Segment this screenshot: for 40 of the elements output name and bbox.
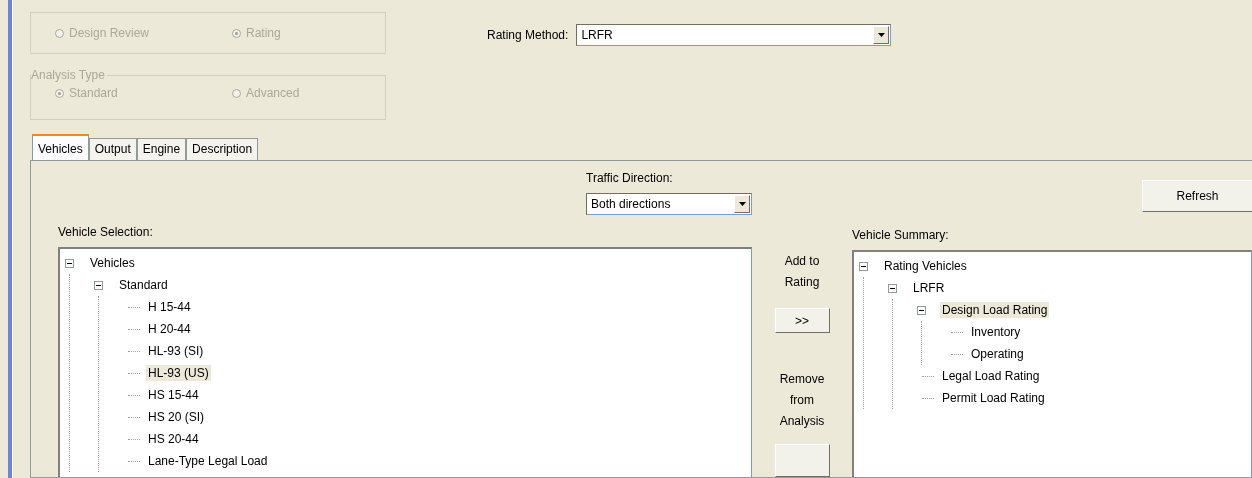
collapse-icon[interactable] — [94, 280, 103, 290]
collapse-icon[interactable] — [859, 261, 868, 271]
tree-item[interactable]: Inventory — [969, 324, 1023, 340]
collapse-icon[interactable] — [65, 258, 74, 268]
group-title: Analysis Type — [31, 68, 107, 82]
tree-item[interactable]: HS 15-44 — [146, 387, 201, 403]
tree-item[interactable]: HL-93 (US) — [146, 365, 211, 381]
refresh-button[interactable]: Refresh — [1142, 180, 1252, 212]
add-to-rating-label: Add to Rating — [783, 253, 821, 291]
collapse-icon[interactable] — [888, 283, 897, 293]
rating-method-label: Rating Method: — [487, 28, 569, 42]
collapse-icon[interactable] — [917, 305, 926, 315]
tree-item[interactable]: Operating — [969, 346, 1026, 362]
vehicle-selection-label: Vehicle Selection: — [58, 225, 154, 239]
tree-item[interactable]: HL-93 (SI) — [146, 343, 206, 359]
remove-from-analysis-button[interactable] — [774, 444, 830, 477]
tree-item[interactable]: H 20-44 — [146, 321, 193, 337]
rating-method-dropdown[interactable]: LRFR — [576, 24, 892, 46]
tree-item[interactable]: Legal Load Rating — [940, 368, 1042, 384]
tree-item[interactable]: HS 20-44 — [146, 431, 201, 447]
tab[interactable]: Output — [88, 138, 137, 160]
tree-item[interactable]: Design Load Rating — [940, 302, 1050, 318]
traffic-direction-label: Traffic Direction: — [586, 171, 674, 185]
tree-item[interactable]: H 15-44 — [146, 299, 193, 315]
tree-item[interactable]: HS 20 (SI) — [146, 409, 206, 425]
tree-item[interactable]: Vehicles — [88, 255, 137, 271]
tree-item[interactable]: Lane-Type Legal Load — [146, 453, 270, 469]
tab[interactable]: Vehicles — [32, 134, 89, 160]
tab[interactable]: Engine — [136, 138, 187, 160]
remove-from-analysis-label: Remove from Analysis — [778, 371, 826, 430]
tree-item[interactable]: Permit Load Rating — [940, 390, 1047, 406]
traffic-direction-dropdown[interactable]: Both directions — [586, 193, 752, 215]
vehicle-summary-tree[interactable]: Rating Vehicles LRFR Design Load Rating Inventory Operating Legal Load Rating Permit Load Rating — [852, 250, 1252, 477]
tab[interactable]: Description — [186, 138, 259, 160]
tree-item[interactable]: LRFR — [911, 280, 947, 296]
tree-item[interactable]: Rating Vehicles — [882, 258, 969, 274]
vehicle-summary-label: Vehicle Summary: — [852, 228, 950, 242]
tree-item[interactable]: Standard — [117, 277, 170, 293]
add-to-rating-button[interactable]: >> — [774, 308, 830, 333]
vehicle-selection-tree[interactable]: Vehicles Standard H 15-44 H 20-44 HL-93 (SI) HL-93 (US) HS 15-44 HS 20 (SI) HS 20-44 Lane-Type Legal Load — [58, 247, 752, 477]
